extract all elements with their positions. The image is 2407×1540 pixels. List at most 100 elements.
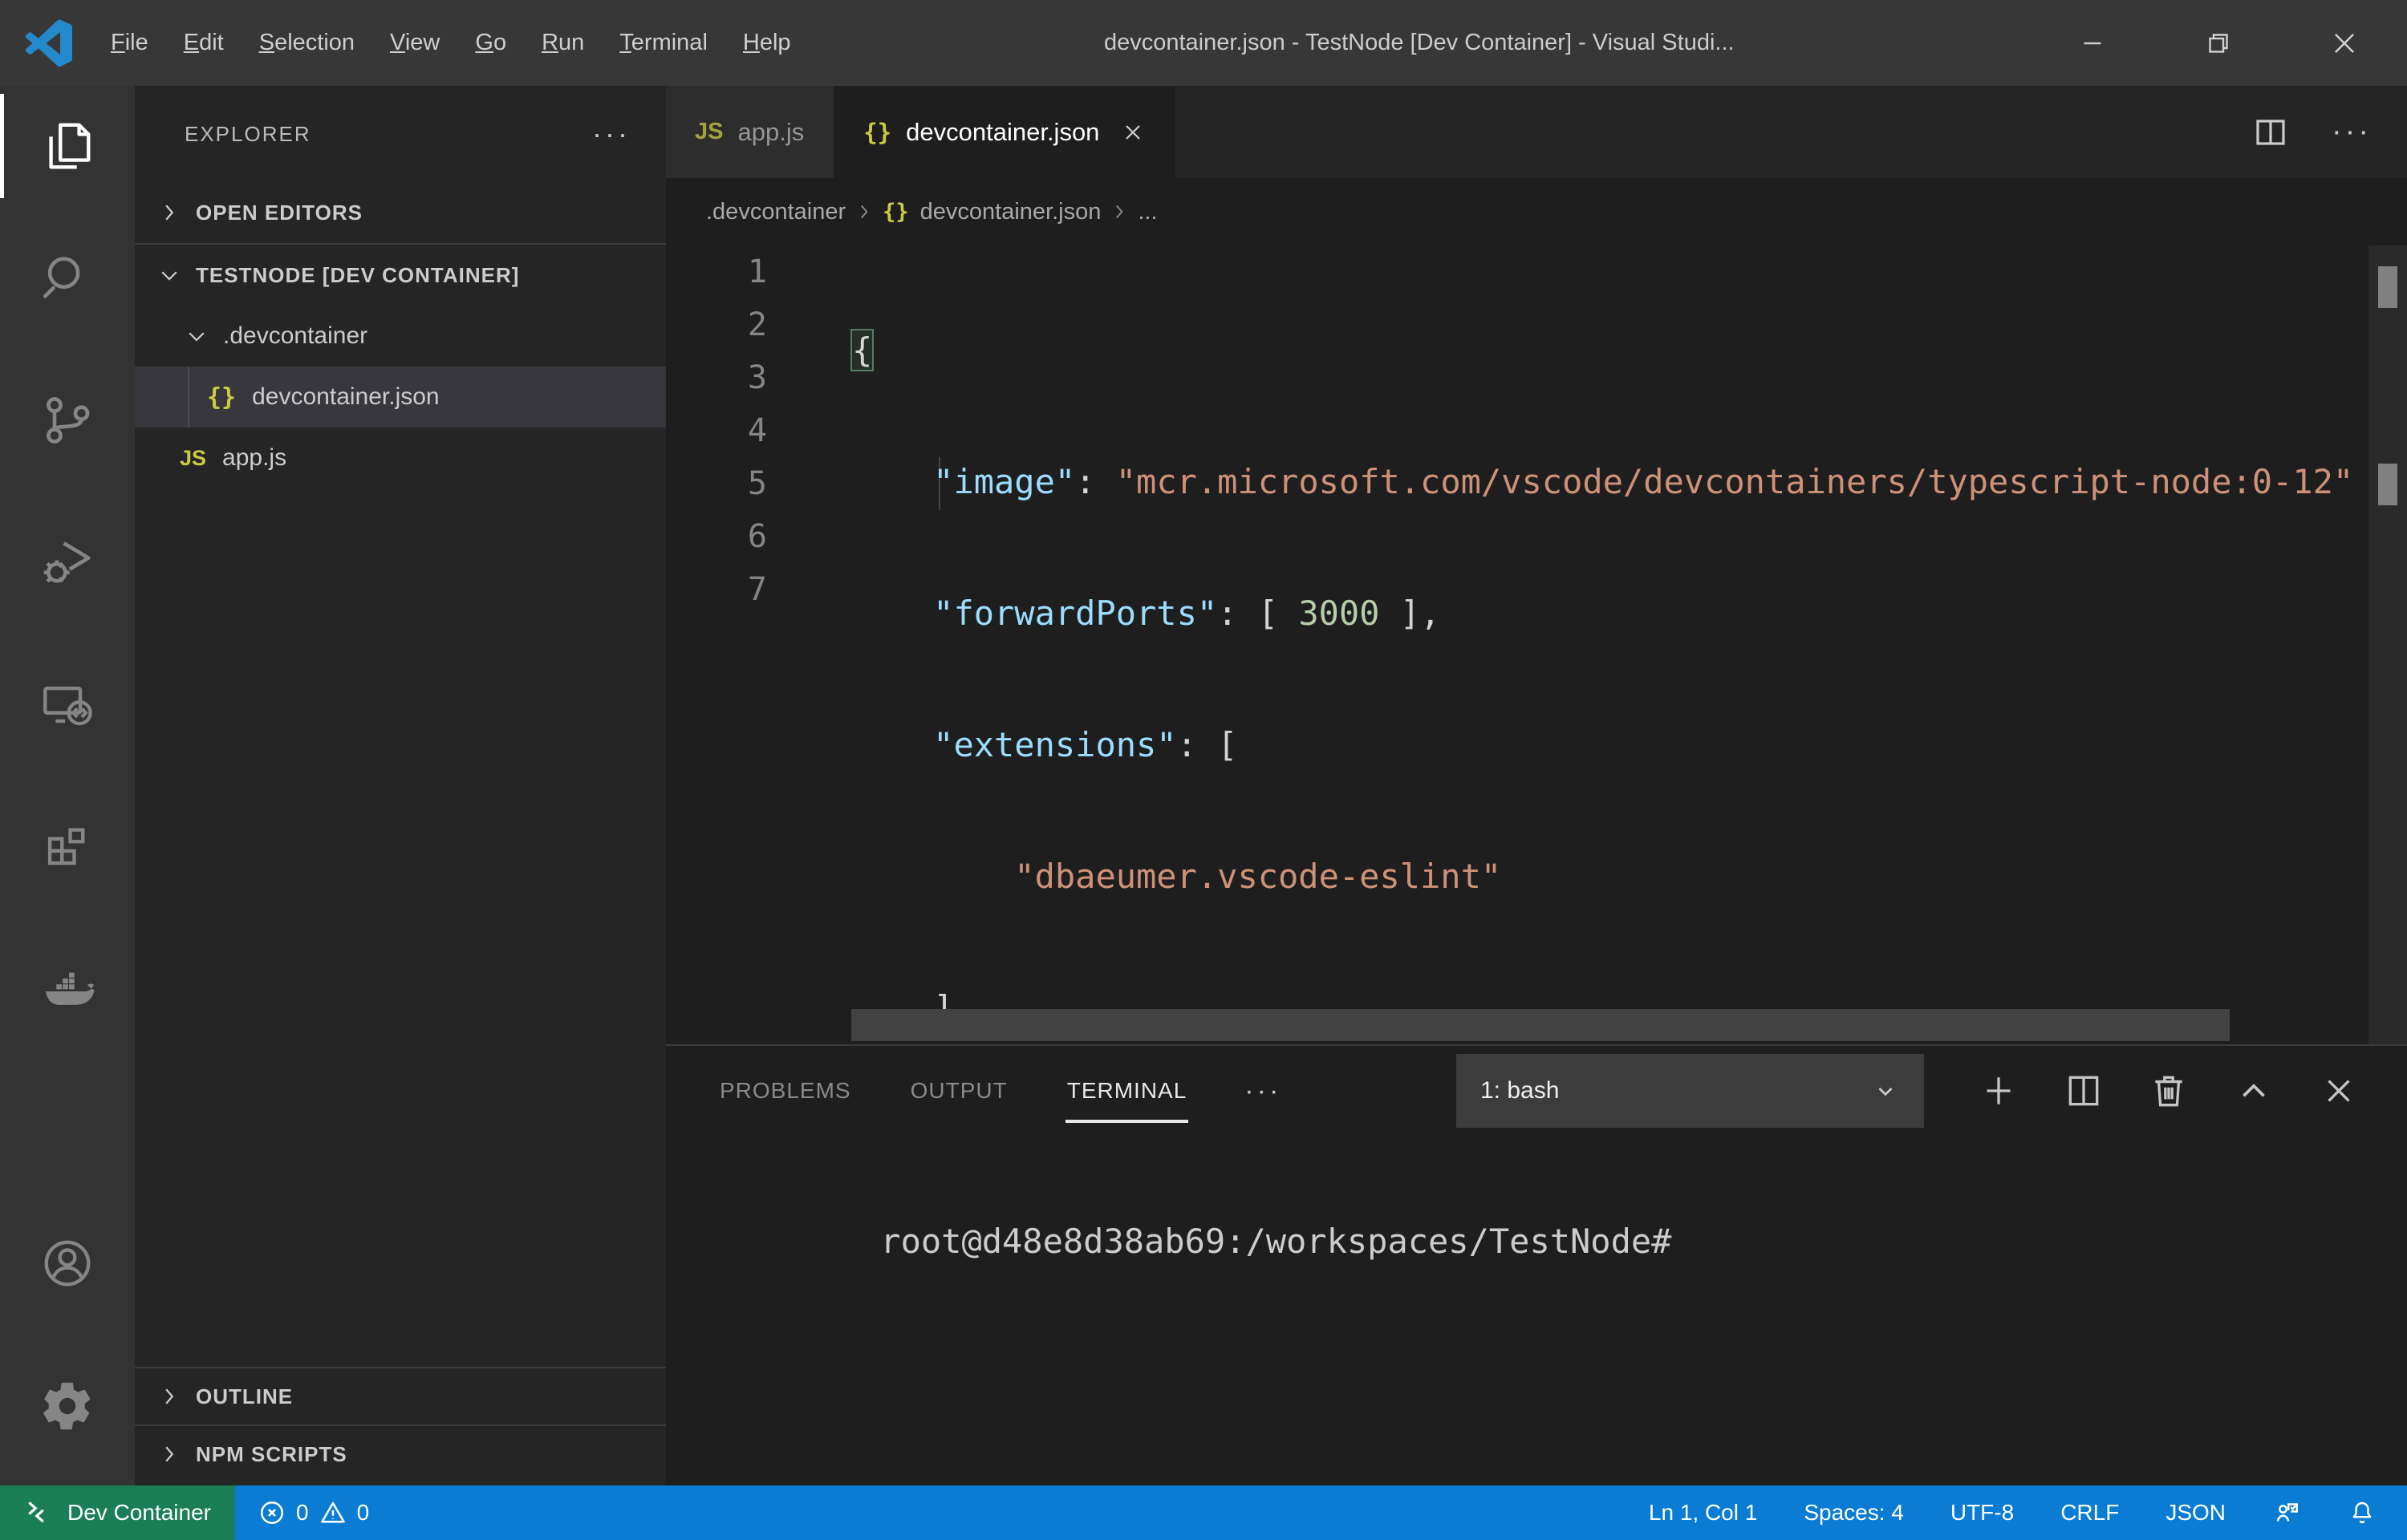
- title-bar: File Edit Selection View Go Run Terminal…: [0, 0, 2407, 86]
- feedback-icon[interactable]: [2272, 1498, 2301, 1527]
- close-tab-icon[interactable]: [1120, 120, 1146, 145]
- tab-app-js-label: app.js: [737, 118, 804, 147]
- terminal-output[interactable]: root@d48e8d38ab69:/workspaces/TestNode#: [666, 1136, 2407, 1485]
- editor-actions: ···: [2251, 86, 2407, 178]
- line-number-gutter: 1 2 3 4 5 6 7: [666, 245, 777, 616]
- window-title: devcontainer.json - TestNode [Dev Contai…: [809, 30, 2030, 56]
- json-file-icon: {}: [207, 383, 236, 411]
- open-editors-label: OPEN EDITORS: [196, 201, 363, 225]
- indent: [852, 725, 933, 764]
- separator: : [: [1177, 725, 1238, 764]
- line-number: 4: [666, 404, 777, 457]
- scrollbar-mark: [2378, 266, 2397, 308]
- menu-selection[interactable]: Selection: [242, 18, 372, 67]
- npm-scripts-section[interactable]: NPM SCRIPTS: [135, 1426, 666, 1482]
- breadcrumb-folder[interactable]: .devcontainer: [706, 199, 846, 225]
- activity-explorer[interactable]: [0, 86, 135, 206]
- cursor-position[interactable]: Ln 1, Col 1: [1649, 1500, 1757, 1526]
- activity-remote-explorer[interactable]: [0, 634, 135, 777]
- close-window-button[interactable]: [2281, 0, 2407, 86]
- vertical-scrollbar[interactable]: [2368, 245, 2407, 1044]
- file-app-js-item[interactable]: JS app.js: [135, 428, 666, 488]
- eol-setting[interactable]: CRLF: [2060, 1500, 2119, 1526]
- remote-explorer-icon: [39, 678, 95, 734]
- maximize-panel-icon[interactable]: [2234, 1071, 2274, 1111]
- chevron-right-icon: [1109, 201, 1130, 222]
- chevron-down-icon: [157, 263, 181, 287]
- menu-edit[interactable]: Edit: [166, 18, 242, 67]
- breadcrumb: .devcontainer {} devcontainer.json ...: [666, 178, 2407, 245]
- json-string: "dbaeumer.vscode-eslint": [1014, 857, 1501, 896]
- terminal-picker-dropdown[interactable]: 1: bash: [1456, 1054, 1924, 1128]
- menu-file[interactable]: File: [93, 18, 166, 67]
- chevron-right-icon: [157, 201, 181, 225]
- tab-devcontainer-json[interactable]: {} devcontainer.json: [834, 86, 1176, 178]
- menu-view[interactable]: View: [372, 18, 457, 67]
- chevron-right-icon: [854, 201, 875, 222]
- chevron-down-icon: [185, 324, 209, 348]
- search-icon: [39, 249, 95, 306]
- code-line-2: "image": "mcr.microsoft.com/vscode/devco…: [852, 456, 2353, 509]
- json-key: "image": [933, 462, 1075, 501]
- git-branch-icon: [39, 392, 95, 448]
- file-devcontainer-json-item[interactable]: {} devcontainer.json: [135, 367, 666, 428]
- code-editor[interactable]: 1 2 3 4 5 6 7 { "image": "mcr.microsoft.…: [666, 245, 2407, 1044]
- activity-search[interactable]: [0, 206, 135, 349]
- separator: ],: [1379, 594, 1440, 633]
- activity-extensions[interactable]: [0, 777, 135, 920]
- tree-indent-guide: [188, 367, 189, 428]
- tab-terminal[interactable]: TERMINAL: [1065, 1064, 1189, 1118]
- line-number: 2: [666, 298, 777, 351]
- horizontal-scrollbar[interactable]: [851, 1009, 2230, 1041]
- kill-terminal-trash-icon[interactable]: [2149, 1071, 2189, 1111]
- statusbar-right: Ln 1, Col 1 Spaces: 4 UTF-8 CRLF JSON: [1649, 1498, 2407, 1527]
- chevron-right-icon: [157, 1384, 181, 1408]
- editor-group: JS app.js {} devcontainer.json ··· .devc…: [666, 86, 2407, 1485]
- close-panel-icon[interactable]: [2319, 1071, 2359, 1111]
- menu-help[interactable]: Help: [725, 18, 809, 67]
- workspace-root-item[interactable]: TESTNODE [DEV CONTAINER]: [135, 245, 666, 306]
- extensions-icon: [39, 821, 95, 877]
- activity-accounts[interactable]: [0, 1192, 135, 1335]
- error-icon: [258, 1498, 286, 1527]
- restore-button[interactable]: [2156, 0, 2282, 86]
- panel-more-tabs[interactable]: ···: [1244, 1076, 1281, 1107]
- notifications-bell-icon[interactable]: [2348, 1498, 2377, 1527]
- activity-source-control[interactable]: [0, 349, 135, 492]
- minimize-button[interactable]: [2030, 0, 2156, 86]
- remote-indicator[interactable]: Dev Container: [0, 1485, 235, 1540]
- breadcrumb-symbol[interactable]: ...: [1138, 199, 1157, 225]
- json-string: "mcr.microsoft.com/vscode/devcontainers/…: [1116, 462, 2353, 501]
- indentation-setting[interactable]: Spaces: 4: [1804, 1500, 1904, 1526]
- indent: [852, 594, 933, 633]
- activity-bar: [0, 86, 135, 1485]
- terminal-picker-value: 1: bash: [1480, 1077, 1559, 1104]
- remote-label: Dev Container: [67, 1500, 211, 1526]
- language-mode[interactable]: JSON: [2165, 1500, 2226, 1526]
- activity-docker[interactable]: [0, 920, 135, 1063]
- json-key: "forwardPorts": [933, 594, 1217, 633]
- editor-more-actions[interactable]: ···: [2332, 115, 2372, 149]
- menu-terminal[interactable]: Terminal: [602, 18, 725, 67]
- new-terminal-icon[interactable]: [1979, 1071, 2019, 1111]
- breadcrumb-file[interactable]: devcontainer.json: [920, 199, 1102, 225]
- split-editor-icon[interactable]: [2251, 113, 2290, 152]
- explorer-more-actions[interactable]: ···: [592, 117, 631, 151]
- activity-run-debug[interactable]: [0, 492, 135, 634]
- folder-devcontainer-item[interactable]: .devcontainer: [135, 306, 666, 367]
- menu-go[interactable]: Go: [457, 18, 524, 67]
- activity-settings[interactable]: [0, 1335, 135, 1477]
- open-editors-section[interactable]: OPEN EDITORS: [135, 182, 666, 243]
- problems-status[interactable]: 0 0: [235, 1498, 392, 1527]
- code-line-5: "dbaeumer.vscode-eslint": [852, 850, 2353, 903]
- json-file-icon: {}: [883, 200, 909, 225]
- tab-app-js[interactable]: JS app.js: [666, 86, 834, 178]
- tab-problems[interactable]: PROBLEMS: [718, 1064, 853, 1118]
- outline-section[interactable]: OUTLINE: [135, 1368, 666, 1424]
- split-terminal-icon[interactable]: [2064, 1071, 2104, 1111]
- menu-run[interactable]: Run: [524, 18, 602, 67]
- separator: : [: [1217, 594, 1298, 633]
- run-debug-icon: [39, 535, 95, 591]
- tab-output[interactable]: OUTPUT: [909, 1064, 1009, 1118]
- encoding-setting[interactable]: UTF-8: [1950, 1500, 2014, 1526]
